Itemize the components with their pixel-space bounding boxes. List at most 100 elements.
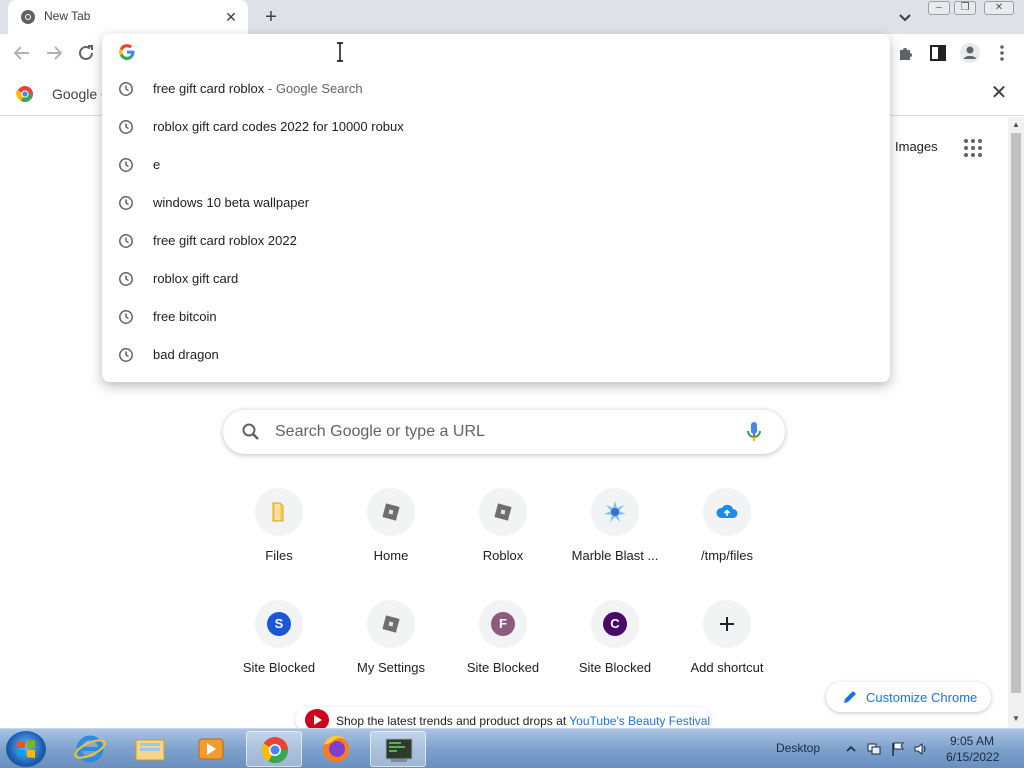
shortcut-tile[interactable]: Home (335, 488, 447, 600)
history-clock-icon (119, 310, 133, 324)
shortcut-tile[interactable]: Add shortcut (671, 600, 783, 712)
suggestion-text: free gift card roblox - Google Search (153, 81, 363, 96)
taskbar-file-explorer[interactable] (122, 731, 178, 767)
taskbar-chrome[interactable] (246, 731, 302, 767)
promo-text: Shop the latest trends and product drops… (336, 714, 711, 728)
terminal-icon (385, 738, 413, 762)
page-scrollbar[interactable]: ▲ ▼ (1008, 117, 1024, 728)
shortcut-icon-circle (703, 600, 751, 648)
customize-label: Customize Chrome (866, 690, 978, 705)
omnibox-suggestion[interactable]: free gift card roblox 2022 (102, 222, 890, 260)
ntp-search-box[interactable]: Search Google or type a URL (223, 410, 785, 454)
tab-search-chevron-icon[interactable] (896, 8, 914, 26)
shortcut-icon-circle: F (479, 600, 527, 648)
menu-kebab-icon[interactable] (991, 42, 1013, 64)
marble-blast-icon (603, 500, 627, 524)
window-close-button[interactable]: ✕ (984, 1, 1014, 15)
shortcut-icon-circle (367, 488, 415, 536)
taskbar-media-player[interactable] (183, 731, 239, 767)
omnibox-dropdown: free gift card roblox - Google Search rob… (102, 34, 890, 382)
shortcut-icon-circle (367, 600, 415, 648)
customize-chrome-button[interactable]: Customize Chrome (826, 682, 991, 712)
minimize-button[interactable]: – (928, 1, 950, 15)
microphone-icon[interactable] (745, 421, 763, 443)
omnibox-suggestion[interactable]: bad dragon (102, 336, 890, 374)
network-icon[interactable] (866, 741, 882, 757)
suggestion-suffix: - Google Search (264, 81, 363, 96)
shortcut-icon-circle (479, 488, 527, 536)
shortcut-label: Marble Blast ... (571, 548, 659, 563)
pencil-icon (844, 691, 856, 703)
scroll-up-arrow-icon[interactable]: ▲ (1008, 117, 1024, 133)
omnibox-suggestion[interactable]: free bitcoin (102, 298, 890, 336)
taskbar-firefox[interactable] (308, 731, 364, 767)
shortcut-tile[interactable]: /tmp/files (671, 488, 783, 600)
omnibox-suggestion[interactable]: roblox gift card (102, 260, 890, 298)
letter-f-icon: F (491, 612, 515, 636)
tab-strip: New Tab ✕ + – ❐ ✕ (0, 0, 1024, 34)
folder-icon (267, 500, 291, 524)
profile-avatar-icon[interactable] (959, 42, 981, 64)
plus-icon (715, 612, 739, 636)
scroll-down-arrow-icon[interactable]: ▼ (1008, 711, 1024, 727)
reload-icon[interactable] (75, 42, 97, 64)
tab-new-tab[interactable]: New Tab ✕ (8, 0, 248, 34)
omnibox-suggestion[interactable]: roblox gift card codes 2022 for 10000 ro… (102, 108, 890, 146)
shortcut-label: /tmp/files (700, 548, 753, 563)
tab-close-icon[interactable]: ✕ (222, 8, 240, 26)
action-center-flag-icon[interactable] (890, 741, 906, 757)
tray-expand-chevron-icon[interactable] (843, 741, 859, 757)
shortcut-tile[interactable]: F Site Blocked (447, 600, 559, 712)
taskbar-terminal[interactable] (370, 731, 426, 767)
side-panel-icon[interactable] (927, 42, 949, 64)
volume-icon[interactable] (913, 741, 929, 757)
history-clock-icon (119, 272, 133, 286)
clock-date[interactable]: 6/15/2022 (946, 750, 999, 764)
search-placeholder: Search Google or type a URL (275, 423, 485, 440)
shortcut-label: Site Blocked (466, 660, 540, 675)
images-link[interactable]: Images (895, 139, 938, 154)
start-button[interactable] (6, 731, 46, 767)
windows-logo-icon (17, 740, 35, 758)
info-bar-label: Google C (52, 86, 102, 102)
suggestion-text: e (153, 157, 161, 172)
suggestion-text: free bitcoin (153, 309, 217, 324)
apps-grid-icon[interactable] (963, 138, 983, 158)
roblox-icon (491, 500, 515, 524)
clock-time[interactable]: 9:05 AM (950, 734, 994, 748)
shortcut-tile[interactable]: My Settings (335, 600, 447, 712)
shortcut-label: Add shortcut (690, 660, 764, 675)
restore-button[interactable]: ❐ (954, 1, 976, 15)
new-tab-button[interactable]: + (260, 6, 282, 28)
promo-link[interactable]: YouTube's Beauty Festival (569, 714, 710, 728)
shortcut-tile[interactable]: Files (223, 488, 335, 600)
history-clock-icon (119, 82, 133, 96)
omnibox-suggestion[interactable]: e (102, 146, 890, 184)
forward-arrow-icon[interactable] (43, 42, 65, 64)
info-bar-close-icon[interactable]: ✕ (988, 82, 1010, 104)
media-player-icon (198, 738, 224, 760)
search-icon (242, 423, 259, 440)
letter-c-icon: C (603, 612, 627, 636)
cloud-upload-icon (715, 500, 739, 524)
desktop-toolbar-label[interactable]: Desktop (776, 741, 820, 755)
suggestion-text: bad dragon (153, 347, 219, 362)
tab-title: New Tab (44, 9, 91, 23)
shortcut-tile[interactable]: Roblox (447, 488, 559, 600)
extensions-puzzle-icon[interactable] (895, 42, 917, 64)
windows-taskbar: Desktop 9:05 AM 6/15/2022 (0, 728, 1024, 768)
history-clock-icon (119, 158, 133, 172)
shortcut-label: Site Blocked (578, 660, 652, 675)
back-arrow-icon[interactable] (11, 42, 33, 64)
shortcut-tile[interactable]: Marble Blast ... (559, 488, 671, 600)
shortcut-tile[interactable]: C Site Blocked (559, 600, 671, 712)
history-clock-icon (119, 120, 133, 134)
scroll-thumb[interactable] (1011, 133, 1021, 693)
roblox-icon (379, 612, 403, 636)
shortcut-icon-circle: C (591, 600, 639, 648)
taskbar-internet-explorer[interactable] (62, 731, 118, 767)
omnibox-suggestion[interactable]: free gift card roblox - Google Search (102, 70, 890, 108)
omnibox-suggestion[interactable]: windows 10 beta wallpaper (102, 184, 890, 222)
shortcut-tile[interactable]: S Site Blocked (223, 600, 335, 712)
internet-explorer-icon (74, 735, 106, 763)
